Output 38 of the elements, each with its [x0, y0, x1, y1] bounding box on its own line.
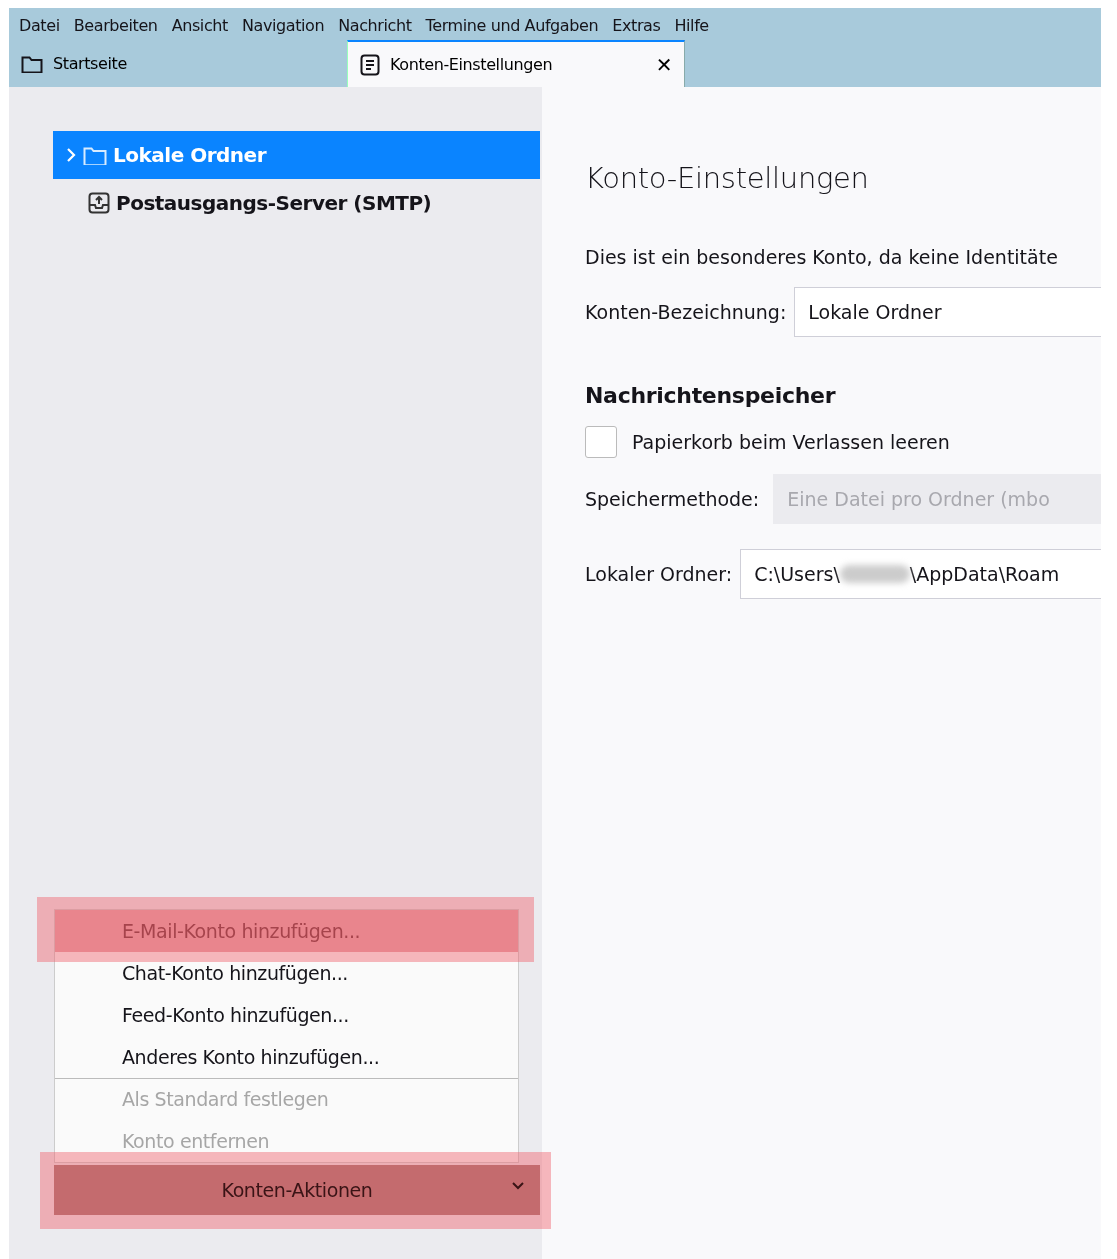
dropdown-button[interactable]: Konten-Aktionen — [54, 1165, 540, 1215]
outbox-icon — [88, 192, 110, 214]
menu-item: Konto entfernen — [121, 1128, 271, 1154]
menu-item[interactable]: Hilfe — [670, 11, 719, 40]
tab[interactable]: Startseite — [9, 40, 347, 87]
path-text: \AppData\Roam — [909, 561, 1060, 587]
caret-icon — [512, 1182, 524, 1190]
menu-item[interactable]: Datei — [15, 11, 70, 40]
tree-item[interactable]: Lokale Ordner — [53, 131, 540, 179]
menu-item[interactable]: Termine und Aufgaben — [421, 11, 609, 40]
menu-item[interactable]: Extras — [608, 11, 671, 40]
menu-item[interactable]: Feed-Konto hinzufügen... — [55, 994, 518, 1036]
close-icon[interactable]: ✕ — [655, 54, 672, 75]
folder-icon — [21, 54, 43, 73]
tree-item[interactable]: Postausgangs-Server (SMTP) — [53, 179, 540, 227]
input-field[interactable]: Lokale Ordner — [794, 287, 1101, 337]
tab[interactable]: Konten-Einstellungen ✕ — [347, 40, 685, 87]
description-text: Dies ist ein besonderes Konto, da keine Identitäte — [585, 244, 1059, 270]
path-text: C:\Users\ — [754, 561, 840, 587]
menu-item: Als Standard festlegen — [55, 1078, 518, 1120]
menu-item[interactable]: Bearbeiten — [69, 11, 168, 40]
page-title: Konto-Einstellungen — [585, 160, 870, 197]
chevron-icon — [65, 147, 77, 163]
document-icon — [360, 53, 380, 76]
folder-icon — [83, 145, 107, 165]
menu-item[interactable]: Nachricht — [334, 11, 422, 40]
field-label: Konten-Bezeichnung: — [585, 299, 787, 325]
menu-item[interactable]: Ansicht — [167, 11, 238, 40]
menu-item[interactable]: Anderes Konto hinzufügen... — [55, 1036, 518, 1078]
checkbox[interactable] — [585, 426, 617, 458]
menu-item[interactable]: Navigation — [237, 11, 335, 40]
field-label: Speichermethode: — [585, 486, 760, 512]
field-label: Lokaler Ordner: — [585, 561, 733, 587]
dropdown-field: Eine Datei pro Ordner (mbo — [773, 474, 1101, 524]
checkbox-label: Papierkorb beim Verlassen leeren — [632, 429, 950, 455]
section-title: Nachrichtenspeicher — [585, 382, 837, 410]
menu-item[interactable]: Chat-Konto hinzufügen... — [55, 952, 518, 994]
input-field[interactable]: C:\Users\ \AppData\Roam — [740, 549, 1101, 599]
